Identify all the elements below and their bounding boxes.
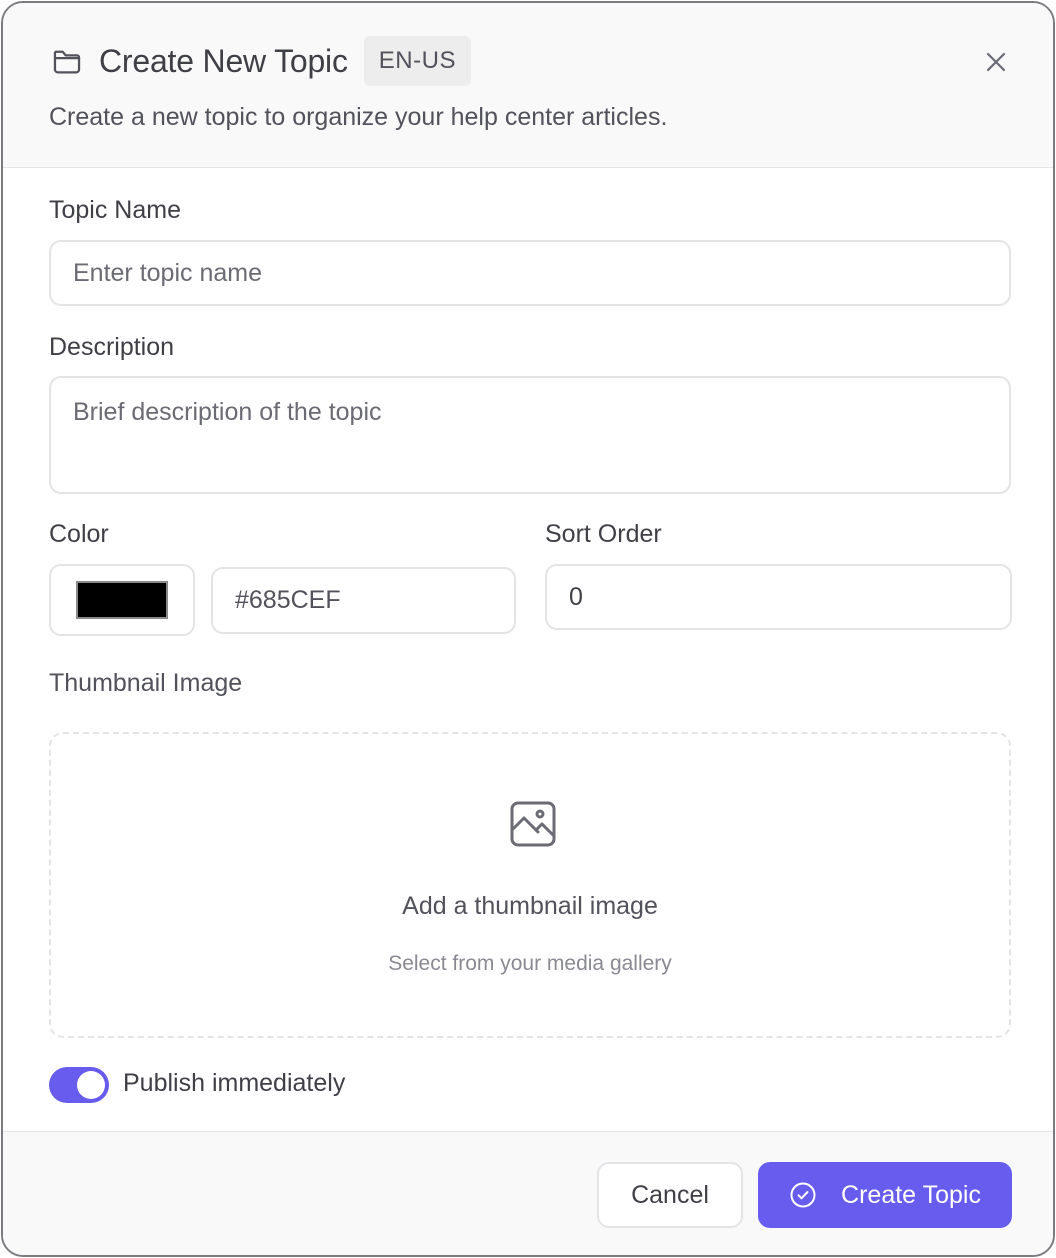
topic-name-input[interactable]	[49, 240, 1011, 306]
color-hex-input[interactable]	[211, 567, 516, 634]
toggle-knob	[77, 1071, 105, 1099]
thumbnail-title: Add a thumbnail image	[402, 892, 658, 920]
cancel-button[interactable]: Cancel	[597, 1162, 743, 1228]
thumbnail-label: Thumbnail Image	[49, 669, 243, 697]
create-topic-label: Create Topic	[841, 1180, 981, 1209]
color-picker-button[interactable]	[49, 564, 195, 636]
color-swatch	[76, 581, 168, 619]
folder-icon	[49, 43, 85, 79]
close-button[interactable]	[979, 47, 1013, 81]
create-topic-button[interactable]: Create Topic	[758, 1162, 1012, 1228]
title-row: Create New Topic EN-US	[49, 33, 471, 89]
dialog-subtitle: Create a new topic to organize your help…	[49, 103, 668, 131]
sort-order-input[interactable]	[545, 564, 1012, 630]
description-label: Description	[49, 333, 175, 361]
close-icon	[985, 51, 1007, 78]
dialog-title: Create New Topic	[99, 42, 348, 79]
topic-name-label: Topic Name	[49, 196, 181, 224]
sort-order-label: Sort Order	[545, 520, 662, 548]
thumbnail-hint: Select from your media gallery	[388, 952, 672, 975]
create-topic-dialog: Create New Topic EN-US Create a new topi…	[1, 1, 1055, 1257]
dialog-header: Create New Topic EN-US Create a new topi…	[3, 3, 1053, 168]
check-circle-icon	[789, 1181, 817, 1209]
color-label: Color	[49, 520, 109, 548]
publish-toggle[interactable]	[49, 1067, 109, 1103]
dialog-footer: Cancel Create Topic	[3, 1131, 1053, 1255]
language-badge: EN-US	[363, 36, 471, 86]
image-icon	[509, 800, 557, 848]
publish-label: Publish immediately	[123, 1069, 346, 1097]
description-textarea[interactable]	[49, 376, 1011, 494]
cancel-label: Cancel	[631, 1180, 709, 1209]
thumbnail-dropzone[interactable]: Add a thumbnail image Select from your m…	[49, 732, 1011, 1038]
